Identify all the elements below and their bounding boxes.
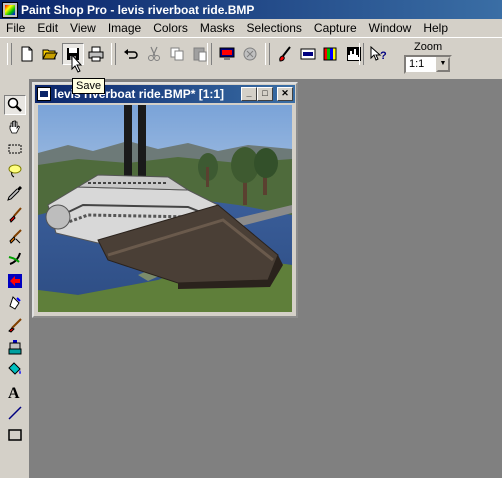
help-question-icon: ? [370,46,387,62]
zoom-label: Zoom [414,41,443,53]
picture-tube-icon [8,340,22,355]
eraser-icon [8,318,22,333]
toolbar-grip[interactable] [7,43,12,65]
color-palette-button[interactable] [274,43,296,65]
menu-help[interactable]: Help [417,19,454,37]
freehand-selection-tool[interactable] [4,161,26,181]
menu-view[interactable]: View [64,19,102,37]
toolbar-group-palettes [262,42,366,66]
dropdown-arrow-icon[interactable]: ▼ [436,57,450,72]
menu-window[interactable]: Window [363,19,418,37]
capture-button[interactable] [239,43,261,65]
color-bars-icon [323,47,337,61]
toolbar-group-file [4,42,108,66]
clone-brush-tool[interactable] [4,227,26,247]
menubar: File Edit View Image Colors Masks Select… [0,19,502,37]
maximize-button[interactable]: □ [257,87,273,101]
scratch-remover-tool[interactable] [4,293,26,313]
paint-brush-tool[interactable] [4,205,26,225]
control-palette-button[interactable] [297,43,319,65]
document-window[interactable]: levis riverboat ride.BMP* [1:1] _ □ ✕ [32,82,298,318]
undo-button[interactable] [120,43,142,65]
full-screen-preview-button[interactable] [216,43,238,65]
mover-tool[interactable] [4,117,26,137]
svg-text:A: A [8,385,20,399]
toolbar-group-help: ? [356,42,391,66]
clone-brush-icon [9,229,22,244]
save-tooltip: Save [72,78,106,94]
picture-tube-tool[interactable] [4,337,26,357]
app-title: Paint Shop Pro - levis riverboat ride.BM… [21,2,255,17]
copy-button[interactable] [166,43,188,65]
open-button[interactable] [39,43,61,65]
cut-button[interactable] [143,43,165,65]
menu-selections[interactable]: Selections [241,19,308,37]
magnifier-icon [7,97,22,112]
mouse-pointer-icon [71,54,83,73]
scissors-icon [148,46,160,61]
menu-edit[interactable]: Edit [31,19,64,37]
swirl-brush-icon [8,252,21,265]
text-tool[interactable]: A [4,381,26,401]
retouch-tool[interactable] [4,271,26,291]
document-icon[interactable] [37,87,51,101]
menu-masks[interactable]: Masks [194,19,241,37]
toolbar-group-view [204,42,262,66]
context-help-button[interactable]: ? [368,43,390,65]
line-tool[interactable] [4,403,26,423]
brush-icon [9,207,22,223]
zoom-value: 1:1 [409,58,425,70]
control-panel-icon [300,48,316,60]
toolbar-group-edit [108,42,212,66]
flood-fill-tool[interactable] [4,359,26,379]
app-titlebar: Paint Shop Pro - levis riverboat ride.BM… [0,0,502,19]
image-canvas[interactable] [38,105,292,312]
copy-icon [170,47,184,61]
camera-aperture-icon [243,47,257,61]
paint-bucket-icon [8,362,21,375]
svg-text:?: ? [380,50,387,62]
zoom-select[interactable]: 1:1 ▼ [404,55,452,74]
riverboat-image [38,105,292,312]
minimize-button[interactable]: _ [241,87,257,101]
lasso-icon [8,164,22,178]
eyedropper-icon [7,186,22,201]
eraser-tool[interactable] [4,315,26,335]
marquee-rectangle-icon [8,144,22,154]
toolbar-grip[interactable] [265,43,270,65]
zoom-control: Zoom 1:1 ▼ [402,39,456,79]
color-bars-button[interactable] [320,43,342,65]
menu-image[interactable]: Image [102,19,147,37]
monitor-icon [219,47,235,60]
paintbrush-icon [279,46,291,62]
color-replacer-tool[interactable] [4,249,26,269]
menu-file[interactable]: File [0,19,31,37]
menu-colors[interactable]: Colors [147,19,194,37]
undo-arrow-icon [124,49,138,59]
text-a-icon: A [8,385,20,399]
dropper-hand-icon [9,296,21,310]
paint-shop-pro-app-icon[interactable] [2,1,18,18]
zoom-tool[interactable] [4,95,26,115]
retouch-icon [8,274,22,288]
open-folder-icon [42,49,58,60]
shape-tool[interactable] [4,425,26,445]
line-icon [8,406,22,420]
tool-palette: A [0,79,30,478]
close-button[interactable]: ✕ [277,87,293,101]
printer-icon [88,46,104,62]
hand-icon [9,120,20,134]
rectangle-shape-icon [8,429,22,441]
toolbar-grip[interactable] [207,43,212,65]
menu-capture[interactable]: Capture [308,19,363,37]
toolbar-grip[interactable] [111,43,116,65]
new-button[interactable] [16,43,38,65]
new-document-icon [21,46,33,62]
selection-tool[interactable] [4,139,26,159]
print-button[interactable] [85,43,107,65]
eyedropper-tool[interactable] [4,183,26,203]
toolbar-grip[interactable] [359,43,364,65]
